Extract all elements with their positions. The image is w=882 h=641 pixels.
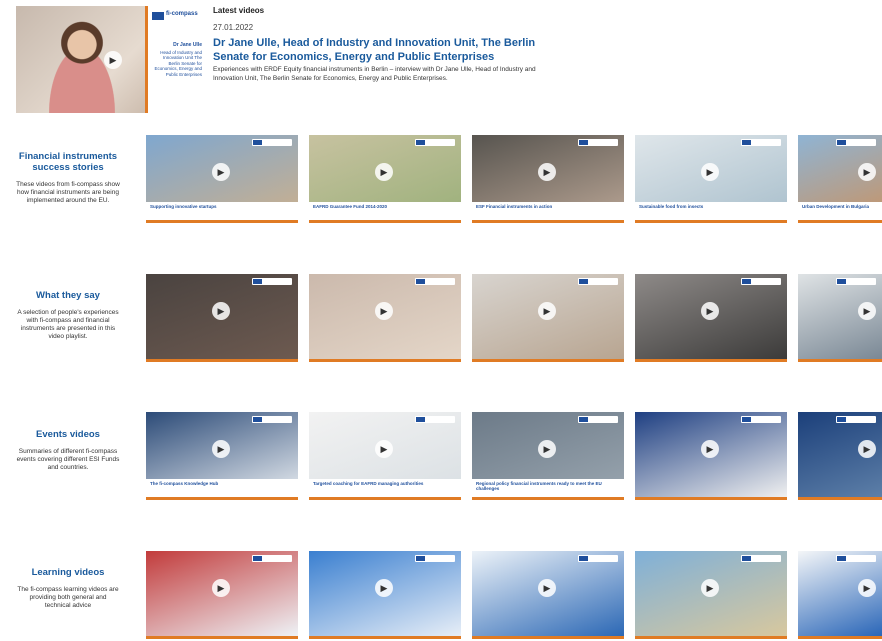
video-thumbnail[interactable]: ▶ [472,551,624,639]
playlist-row: Events videos Summaries of different fi-c… [0,412,882,502]
play-icon[interactable]: ▶ [375,302,393,320]
fi-compass-logo [252,139,292,146]
video-thumbnail[interactable]: ▶ [635,551,787,639]
video-thumbnail[interactable]: ▶ Targeted coaching for EAFRD managing au… [309,412,461,500]
fi-compass-logo [252,555,292,562]
fi-compass-logo [741,278,781,285]
thumbnail-caption: Targeted coaching for EAFRD managing aut… [309,479,461,497]
thumbnail-caption: The fi-compass Knowledge Hub [146,479,298,497]
play-icon[interactable]: ▶ [858,440,876,458]
thumbnail-speaker-name: Dr Jane Ulle [173,42,202,48]
playlist-title[interactable]: Learning videos [16,567,120,578]
video-thumbnail[interactable]: ▶ [146,274,298,362]
fi-compass-logo [252,416,292,423]
play-icon[interactable]: ▶ [212,163,230,181]
video-thumbnail[interactable]: ▶ Urban Development in Bulgaria [798,135,882,223]
playlist-title[interactable]: Financial instruments success stories [16,151,120,173]
play-icon[interactable]: ▶ [701,163,719,181]
video-description: Experiences with ERDF Equity financial i… [213,66,536,82]
thumbnail-caption: Urban Development in Bulgaria [798,202,882,220]
video-thumbnail[interactable]: ▶ [472,274,624,362]
thumbnail-caption: ESF Financial instruments in action [472,202,624,220]
fi-compass-logo [415,278,455,285]
fi-compass-logo [578,555,618,562]
playlist-title[interactable]: What they say [16,290,120,301]
video-thumbnail[interactable]: ▶ [798,551,882,639]
fi-compass-logo [836,416,876,423]
play-icon[interactable]: ▶ [212,579,230,597]
fi-compass-logo [415,416,455,423]
play-icon[interactable]: ▶ [538,302,556,320]
fi-compass-logo [578,278,618,285]
playlist-label: Events videos Summaries of different fi-c… [16,429,120,472]
play-icon[interactable]: ▶ [212,302,230,320]
playlist-description: A selection of people's experiences with… [17,309,119,340]
play-icon[interactable]: ▶ [375,440,393,458]
fi-compass-logo [578,416,618,423]
thumbnail-caption: Regional policy financial instruments re… [472,479,624,497]
play-icon[interactable]: ▶ [375,163,393,181]
play-icon[interactable]: ▶ [212,440,230,458]
thumbnail-caption: Sustainable food from insects [635,202,787,220]
playlist-row: What they say A selection of people's exp… [0,274,882,364]
thumbnail-speaker-role: Head of Industry and Innovation Unit The… [154,50,202,77]
play-icon[interactable]: ▶ [538,440,556,458]
video-thumbnail[interactable]: ▶ [309,274,461,362]
video-thumbnail[interactable]: ▶ Supporting innovative startups [146,135,298,223]
playlist-description: Summaries of different fi-compass events… [16,448,120,471]
video-thumbnail[interactable]: ▶ ESF Financial instruments in action [472,135,624,223]
video-date: 27.01.2022 [213,23,254,32]
video-thumbnail[interactable]: ▶ [635,274,787,362]
thumbnail-panel: fi-compass Dr Jane Ulle Head of Industry… [145,6,206,113]
play-icon[interactable]: ▶ [858,579,876,597]
fi-compass-logo [741,416,781,423]
video-title[interactable]: Dr Jane Ulle, Head of Industry and Innov… [213,36,543,64]
video-thumbnail[interactable]: ▶ Sustainable food from insects [635,135,787,223]
fi-compass-logo [415,555,455,562]
play-icon[interactable]: ▶ [858,302,876,320]
fi-compass-logo [836,139,876,146]
play-icon[interactable]: ▶ [858,163,876,181]
fi-compass-logo [415,139,455,146]
playlist-title[interactable]: Events videos [16,429,120,440]
fi-compass-logo: fi-compass [166,11,198,17]
latest-video-info: Latest videos 27.01.2022 Dr Jane Ulle, H… [213,6,543,83]
play-icon[interactable]: ▶ [375,579,393,597]
playlist-row: Financial instruments success stories The… [0,135,882,225]
video-thumbnail[interactable]: ▶ [798,274,882,362]
playlist-label: What they say A selection of people's exp… [16,290,120,341]
play-icon[interactable]: ▶ [701,302,719,320]
fi-compass-logo [741,139,781,146]
playlist-description: The fi-compass learning videos are provi… [17,586,119,609]
eu-flag-icon [152,12,164,20]
thumbnail-caption: Supporting innovative startups [146,202,298,220]
playlist-description: These videos from fi-compass show how fi… [16,181,120,204]
play-icon[interactable]: ▶ [538,579,556,597]
play-icon[interactable]: ▶ [538,163,556,181]
video-thumbnail[interactable]: ▶ [798,412,882,500]
section-label: Latest videos [213,6,265,15]
play-icon[interactable]: ▶ [104,51,122,69]
video-thumbnail[interactable]: ▶ [309,551,461,639]
fi-compass-logo [252,278,292,285]
video-thumbnail[interactable]: ▶ The fi-compass Knowledge Hub [146,412,298,500]
video-thumbnail[interactable]: ▶ [146,551,298,639]
video-thumbnail[interactable]: ▶ [635,412,787,500]
playlist-label: Learning videos The fi-compass learning v… [16,567,120,610]
play-icon[interactable]: ▶ [701,579,719,597]
playlist-row: Learning videos The fi-compass learning v… [0,551,882,641]
video-thumbnail[interactable]: ▶ EAFRD Guarantee Fund 2014-2020 [309,135,461,223]
fi-compass-logo [836,278,876,285]
latest-video-thumbnail[interactable]: fi-compass Dr Jane Ulle Head of Industry… [16,6,206,113]
fi-compass-logo [741,555,781,562]
play-icon[interactable]: ▶ [701,440,719,458]
fi-compass-logo [836,555,876,562]
playlist-label: Financial instruments success stories The… [16,151,120,205]
fi-compass-logo [578,139,618,146]
video-thumbnail[interactable]: ▶ Regional policy financial instruments r… [472,412,624,500]
thumbnail-caption: EAFRD Guarantee Fund 2014-2020 [309,202,461,220]
